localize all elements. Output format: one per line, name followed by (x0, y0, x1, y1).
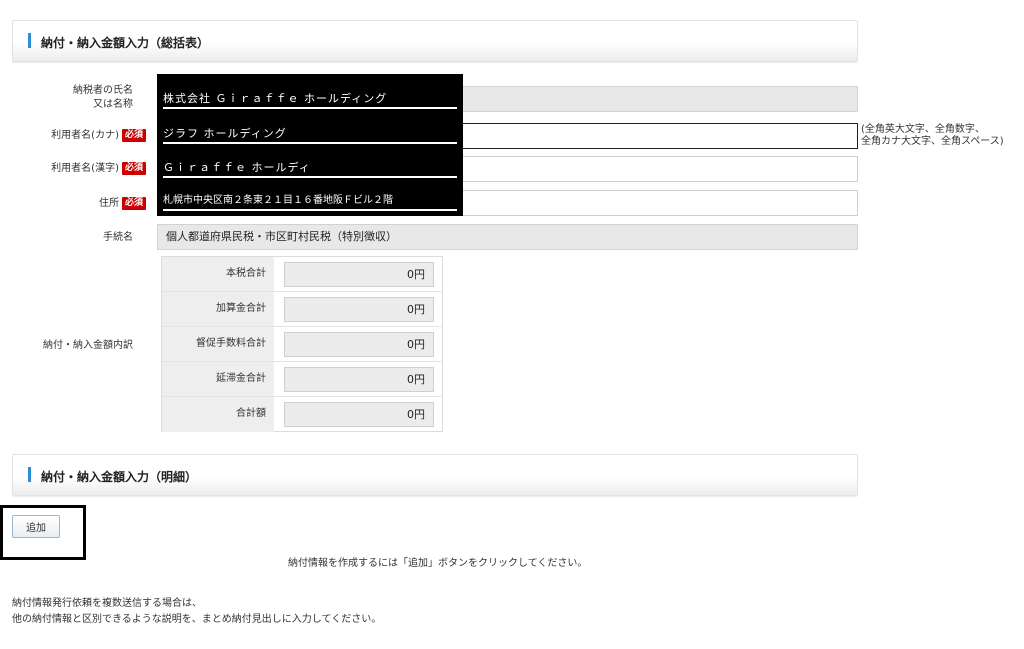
user-kanji-label-text: 利用者名(漢字) (51, 163, 119, 174)
redacted-kana-text: ジラフ ホールディング (163, 124, 457, 144)
taxpayer-name-label: 納税者の氏名 又は名称 (30, 84, 133, 112)
add-instruction-text: 納付情報を作成するには「追加」ボタンをクリックしてください。 (288, 558, 588, 569)
breakdown-row-value: 0円 (284, 332, 434, 357)
bulk-note-line1: 納付情報発行依頼を複数送信する場合は、 (12, 598, 202, 609)
breakdown-row-label: 本税合計 (162, 257, 274, 291)
taxpayer-label-line2: 又は名称 (93, 99, 133, 110)
redacted-address-text: 札幌市中央区南２条東２１目１６番地阪Ｆビル２階 (163, 191, 457, 211)
breakdown-row-label: 合計額 (162, 397, 274, 432)
breakdown-row: 加算金合計 0円 (162, 292, 442, 327)
add-button[interactable]: 追加 (12, 515, 60, 538)
summary-section-title: 納付・納入金額入力（総括表） (41, 36, 210, 50)
breakdown-row: 本税合計 0円 (162, 257, 442, 292)
section-accent-bar (28, 467, 31, 482)
breakdown-table: 本税合計 0円 加算金合計 0円 督促手数料合計 0円 延滞金合計 0円 合計額… (161, 256, 443, 432)
taxpayer-label-line1: 納税者の氏名 (73, 85, 133, 96)
redacted-taxpayer-text: 株式会社 Ｇｉｒａｆｆｅ ホールディング (163, 89, 457, 109)
procedure-label: 手続名 (103, 232, 133, 243)
user-kana-hint-line1: (全角英大文字、全角数字、 (861, 124, 985, 135)
detail-section-header: 納付・納入金額入力（明細） (12, 454, 858, 496)
breakdown-row: 合計額 0円 (162, 397, 442, 432)
procedure-field: 個人都道府県民税・市区町村民税（特別徴収） (157, 224, 858, 250)
user-kanji-label: 利用者名(漢字) 必須 (20, 162, 146, 176)
breakdown-row: 督促手数料合計 0円 (162, 327, 442, 362)
user-kana-hint-line2: 全角カナ大文字、全角スペース) (861, 136, 1004, 147)
address-label-text: 住所 (98, 198, 119, 209)
redacted-kanji-text: Ｇｉｒａｆｆｅ ホールディ (163, 158, 457, 178)
breakdown-row-label: 督促手数料合計 (162, 327, 274, 361)
breakdown-row-label: 加算金合計 (162, 292, 274, 326)
address-label: 住所 必須 (20, 197, 146, 211)
breakdown-row-label: 延滞金合計 (162, 362, 274, 396)
breakdown-label: 納付・納入金額内訳 (43, 340, 133, 351)
user-kana-label: 利用者名(カナ) 必須 (20, 129, 146, 143)
user-kana-hint: (全角英大文字、全角数字、 全角カナ大文字、全角スペース) (861, 124, 1004, 148)
breakdown-row-value: 0円 (284, 262, 434, 287)
required-badge: 必須 (121, 129, 146, 142)
breakdown-row-value: 0円 (284, 402, 434, 427)
breakdown-row-value: 0円 (284, 367, 434, 392)
required-badge: 必須 (121, 197, 146, 210)
section-accent-bar (28, 33, 31, 48)
breakdown-row-value: 0円 (284, 297, 434, 322)
bulk-note-line2: 他の納付情報と区別できるような説明を、まとめ納付見出しに入力してください。 (12, 614, 382, 625)
user-kana-label-text: 利用者名(カナ) (51, 130, 119, 141)
redaction-overlay: 株式会社 Ｇｉｒａｆｆｅ ホールディング ジラフ ホールディング Ｇｉｒａｆｆｅ… (157, 74, 463, 216)
breakdown-row: 延滞金合計 0円 (162, 362, 442, 397)
required-badge: 必須 (121, 162, 146, 175)
detail-section-title: 納付・納入金額入力（明細） (41, 470, 198, 484)
summary-section-header: 納付・納入金額入力（総括表） (12, 20, 858, 62)
